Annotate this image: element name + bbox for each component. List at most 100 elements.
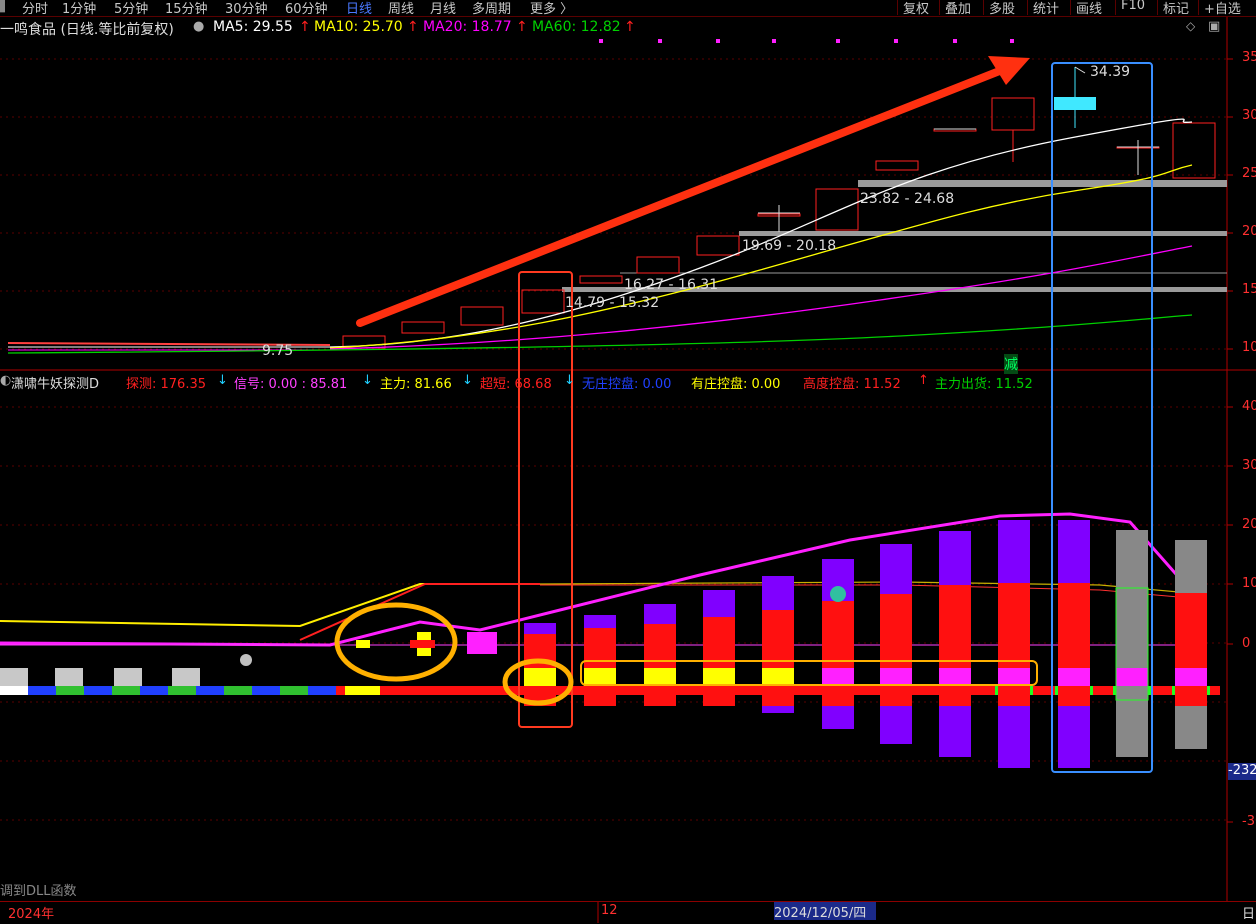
histogram-magenta-part [880, 668, 912, 686]
candlestick [1172, 122, 1216, 179]
zhuli-arrow-icon: ↓ [462, 373, 473, 388]
histogram-magenta-part [998, 668, 1030, 686]
tab-5min[interactable]: 5分钟 [114, 0, 148, 17]
candlestick [579, 275, 623, 284]
histogram-red-part [1175, 593, 1207, 706]
ma10-arrow-icon: ↑ [407, 19, 419, 35]
ball-cluster-icon [240, 654, 252, 666]
price-tick-25: 25 [1242, 166, 1256, 181]
toolbar-handle-icon: ▌ [0, 0, 10, 13]
histogram-red-part [880, 594, 912, 706]
zone-label-1: 23.82 - 24.68 [860, 191, 955, 207]
tab-multi-period[interactable]: 多周期 [472, 0, 511, 17]
indicator-item-gaodu: 高度控盘: 11.52 [803, 377, 901, 392]
statistics-button[interactable]: 统计 [1027, 0, 1059, 17]
candlestick [401, 321, 445, 334]
ind-tick-40: 40 [1242, 399, 1256, 414]
histogram-yellow-part [703, 668, 735, 686]
chart-canvas[interactable] [0, 0, 1256, 923]
stock-title[interactable]: 一鸣食品 (日线.等比前复权) [0, 19, 174, 39]
mark-button[interactable]: 标记 [1157, 0, 1189, 17]
draw-line-button[interactable]: 画线 [1070, 0, 1102, 17]
tab-15min[interactable]: 15分钟 [165, 0, 208, 17]
signal-dot [716, 39, 720, 43]
tab-30min[interactable]: 30分钟 [225, 0, 268, 17]
ma60-label: MA60: 12.82 [532, 19, 621, 35]
signal-strip-segment [252, 686, 280, 695]
zone-label-4: 14.79 - 15.32 [565, 295, 660, 311]
settings-circle-icon[interactable]: ● [193, 19, 204, 34]
reduce-marker: 减 [1004, 354, 1018, 374]
zhuli-line-early [0, 583, 540, 628]
signal-strip-segment [280, 686, 308, 695]
month-label: 12 [601, 903, 618, 918]
signal-dot [658, 39, 662, 43]
tab-weekly[interactable]: 周线 [388, 0, 414, 17]
tab-daily[interactable]: 日线 [346, 0, 372, 17]
signal-strip-segment [140, 686, 168, 695]
histogram-red-part [644, 624, 676, 706]
tab-fenshi[interactable]: 分时 [22, 0, 48, 17]
candlestick [460, 306, 504, 326]
current-value-badge: -232 [1228, 763, 1256, 780]
f10-button[interactable]: F10 [1115, 0, 1145, 15]
indicator-circle-icon[interactable]: ◐ [0, 373, 11, 388]
tab-monthly[interactable]: 月线 [430, 0, 456, 17]
histogram-bar [1116, 530, 1148, 757]
signal-glyph [417, 648, 431, 656]
early-grey-block [114, 668, 142, 686]
tance-arrow-icon: ↓ [217, 373, 228, 388]
diamond-icon[interactable]: ◇ [1186, 19, 1195, 33]
signal-strip-segment [196, 686, 224, 695]
candlestick [991, 97, 1035, 131]
multi-stock-button[interactable]: 多股 [983, 0, 1015, 17]
period-indicator: 日 [1242, 907, 1256, 922]
indicator-item-zhuli: 主力: 81.66 [380, 377, 452, 392]
ma10-line [329, 164, 1193, 349]
indicator-item-wuzhuang: 无庄控盘: 0.00 [582, 377, 672, 392]
candlestick [521, 289, 565, 314]
signal-glyph [356, 640, 370, 648]
price-tick-15: 15 [1242, 282, 1256, 297]
time-axis [0, 901, 1256, 924]
tab-1min[interactable]: 1分钟 [62, 0, 96, 17]
signal-strip-segment [308, 686, 336, 695]
ma60-arrow-icon: ↑ [624, 19, 636, 35]
cursor-date-label: 2024/12/05/四 [774, 906, 867, 921]
tab-60min[interactable]: 60分钟 [285, 0, 328, 17]
histogram-magenta-part [1058, 668, 1090, 686]
tab-more[interactable]: 更多 〉 [530, 0, 573, 17]
signal-glyph [410, 640, 435, 648]
window-toggle-icon[interactable]: ▣ [1208, 19, 1220, 34]
signal-strip-segment [84, 686, 112, 695]
signal-dot [772, 39, 776, 43]
xinhao-arrow-icon: ↓ [362, 373, 373, 388]
histogram-magenta-part [822, 668, 854, 686]
histogram-red-part [822, 601, 854, 706]
period-toolbar: ▌ 分时 1分钟 5分钟 15分钟 30分钟 60分钟 日线 周线 月线 多周期… [0, 0, 1256, 17]
ma5-label: MA5: 29.55 [213, 19, 293, 35]
indicator-name[interactable]: 潇啸牛妖探测D [11, 373, 99, 392]
fuquan-button[interactable]: 复权 [897, 0, 929, 17]
price-tick-35: 35 [1242, 50, 1256, 65]
early-grey-block [172, 668, 200, 686]
ind-tick-0: 0 [1242, 636, 1251, 651]
ma10-label: MA10: 25.70 [314, 19, 403, 35]
histogram-magenta-part [939, 668, 971, 686]
ind-tick-neg30: -30 [1242, 814, 1256, 829]
highlight-ellipse [334, 602, 458, 682]
overlay-button[interactable]: 叠加 [939, 0, 971, 17]
signal-dot [953, 39, 957, 43]
early-grey-block [55, 668, 83, 686]
signal-strip-segment [168, 686, 196, 695]
support-zone-bar [858, 180, 1227, 187]
signal-strip-yellow [345, 686, 380, 695]
candlestick [696, 235, 740, 256]
support-zone-bar [739, 231, 1227, 236]
ind-tick-20: 20 [1242, 517, 1256, 532]
check-badge-icon [830, 586, 846, 602]
add-watchlist-button[interactable]: +自选 [1198, 0, 1241, 17]
histogram-red-part [998, 583, 1030, 706]
candlestick [636, 256, 680, 274]
gaodu-arrow-icon: ↑ [918, 373, 929, 388]
